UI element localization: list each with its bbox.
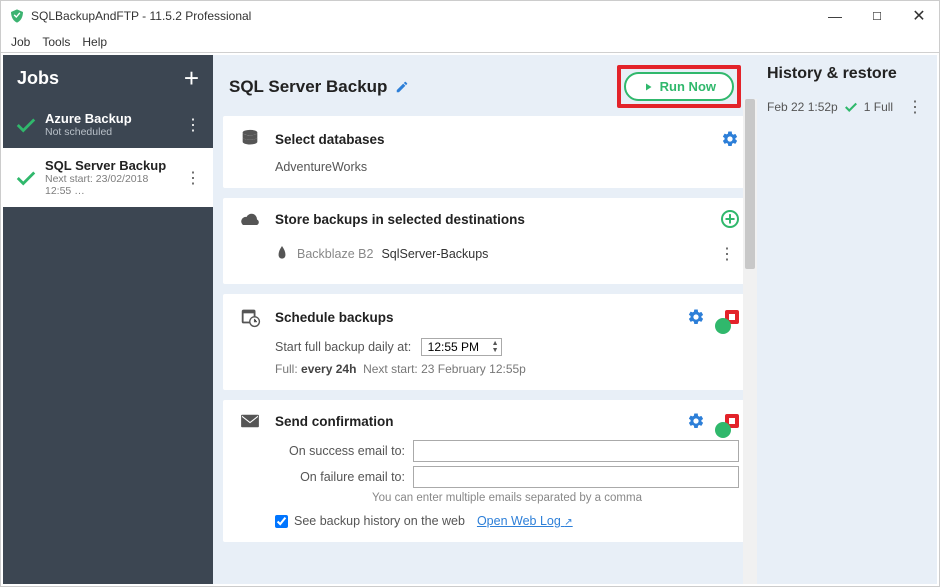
job-subtext: Next start: 23/02/2018 12:55 … [45, 173, 173, 197]
confirmation-toggle-highlight [725, 414, 739, 428]
failure-email-input[interactable] [413, 466, 739, 488]
calendar-clock-icon [237, 306, 263, 328]
play-icon [642, 81, 654, 93]
mail-icon [237, 413, 263, 429]
history-menu-button[interactable]: ⋮ [903, 97, 927, 117]
run-now-highlight: Run Now [617, 65, 741, 108]
job-item-azure[interactable]: Azure Backup Not scheduled ⋮ [3, 101, 213, 148]
job-subtext: Not scheduled [45, 126, 173, 138]
job-name: Azure Backup [45, 111, 173, 126]
success-email-label: On success email to: [275, 444, 405, 458]
scrollbar[interactable] [743, 99, 757, 584]
job-menu-button[interactable]: ⋮ [181, 168, 205, 188]
email-hint: You can enter multiple emails separated … [275, 492, 739, 504]
card-title: Select databases [275, 132, 709, 147]
menu-job[interactable]: Job [11, 35, 30, 49]
edit-name-icon[interactable] [395, 80, 409, 94]
page-title: SQL Server Backup [229, 77, 387, 97]
scrollbar-thumb[interactable] [745, 99, 755, 269]
window-title: SQLBackupAndFTP - 11.5.2 Professional [31, 9, 823, 23]
run-now-label: Run Now [660, 79, 716, 94]
destination-target: SqlServer-Backups [381, 247, 488, 261]
titlebar: SQLBackupAndFTP - 11.5.2 Professional — … [1, 1, 939, 31]
settings-icon[interactable] [687, 412, 705, 430]
external-link-icon: ↗ [564, 517, 572, 528]
card-title: Schedule backups [275, 310, 675, 325]
success-email-input[interactable] [413, 440, 739, 462]
add-destination-button[interactable]: + [721, 210, 739, 228]
weblog-label: See backup history on the web [294, 514, 465, 528]
menubar: Job Tools Help [1, 31, 939, 53]
backblaze-icon [275, 246, 289, 262]
card-select-databases: Select databases AdventureWorks [223, 116, 753, 188]
run-now-button[interactable]: Run Now [624, 72, 734, 101]
destination-row[interactable]: Backblaze B2 SqlServer-Backups ⋮ [275, 238, 739, 270]
database-icon [237, 128, 263, 150]
selected-database: AdventureWorks [275, 160, 739, 174]
failure-email-label: On failure email to: [275, 470, 405, 484]
maximize-button[interactable]: ☐ [865, 10, 889, 23]
schedule-time-input[interactable]: ▲▼ [421, 338, 502, 356]
card-schedule: Schedule backups Start full backup daily… [223, 294, 753, 390]
cloud-icon [237, 210, 263, 228]
sidebar: Jobs + Azure Backup Not scheduled ⋮ SQL … [3, 55, 213, 584]
schedule-toggle-highlight [725, 310, 739, 324]
schedule-next: 23 February 12:55p [421, 362, 526, 376]
menu-tools[interactable]: Tools [42, 35, 70, 49]
job-item-sqlserver[interactable]: SQL Server Backup Next start: 23/02/2018… [3, 148, 213, 207]
history-panel: History & restore Feb 22 1:52p 1 Full ⋮ [757, 55, 937, 584]
check-icon [15, 116, 37, 134]
settings-icon[interactable] [687, 308, 705, 326]
time-spinner[interactable]: ▲▼ [492, 340, 499, 354]
app-logo-icon [9, 8, 25, 24]
card-destinations: Store backups in selected destinations +… [223, 198, 753, 284]
menu-help[interactable]: Help [82, 35, 107, 49]
check-icon [844, 101, 858, 113]
destination-provider: Backblaze B2 [297, 247, 373, 261]
card-title: Store backups in selected destinations [275, 212, 709, 227]
history-row[interactable]: Feb 22 1:52p 1 Full ⋮ [767, 97, 927, 117]
next-start-label: Next start: [363, 362, 418, 376]
check-icon [15, 169, 37, 187]
close-button[interactable]: ✕ [907, 6, 931, 26]
history-date: Feb 22 1:52p [767, 100, 838, 114]
history-status: 1 Full [864, 100, 893, 114]
weblog-checkbox[interactable] [275, 515, 288, 528]
job-menu-button[interactable]: ⋮ [181, 115, 205, 135]
history-title: History & restore [767, 65, 927, 83]
schedule-every: every 24h [301, 362, 356, 376]
schedule-time-field[interactable] [428, 340, 488, 354]
destination-menu-button[interactable]: ⋮ [715, 244, 739, 264]
open-web-log-link[interactable]: Open Web Log ↗ [477, 514, 573, 528]
card-title: Send confirmation [275, 414, 675, 429]
schedule-label: Start full backup daily at: [275, 340, 411, 354]
add-job-button[interactable]: + [184, 65, 199, 91]
job-name: SQL Server Backup [45, 158, 173, 173]
full-label: Full: [275, 362, 298, 376]
minimize-button[interactable]: — [823, 8, 847, 24]
card-confirmation: Send confirmation On success email to: [223, 400, 753, 542]
sidebar-title: Jobs [17, 68, 59, 89]
main-panel: SQL Server Backup Run Now [213, 55, 757, 584]
settings-icon[interactable] [721, 130, 739, 148]
